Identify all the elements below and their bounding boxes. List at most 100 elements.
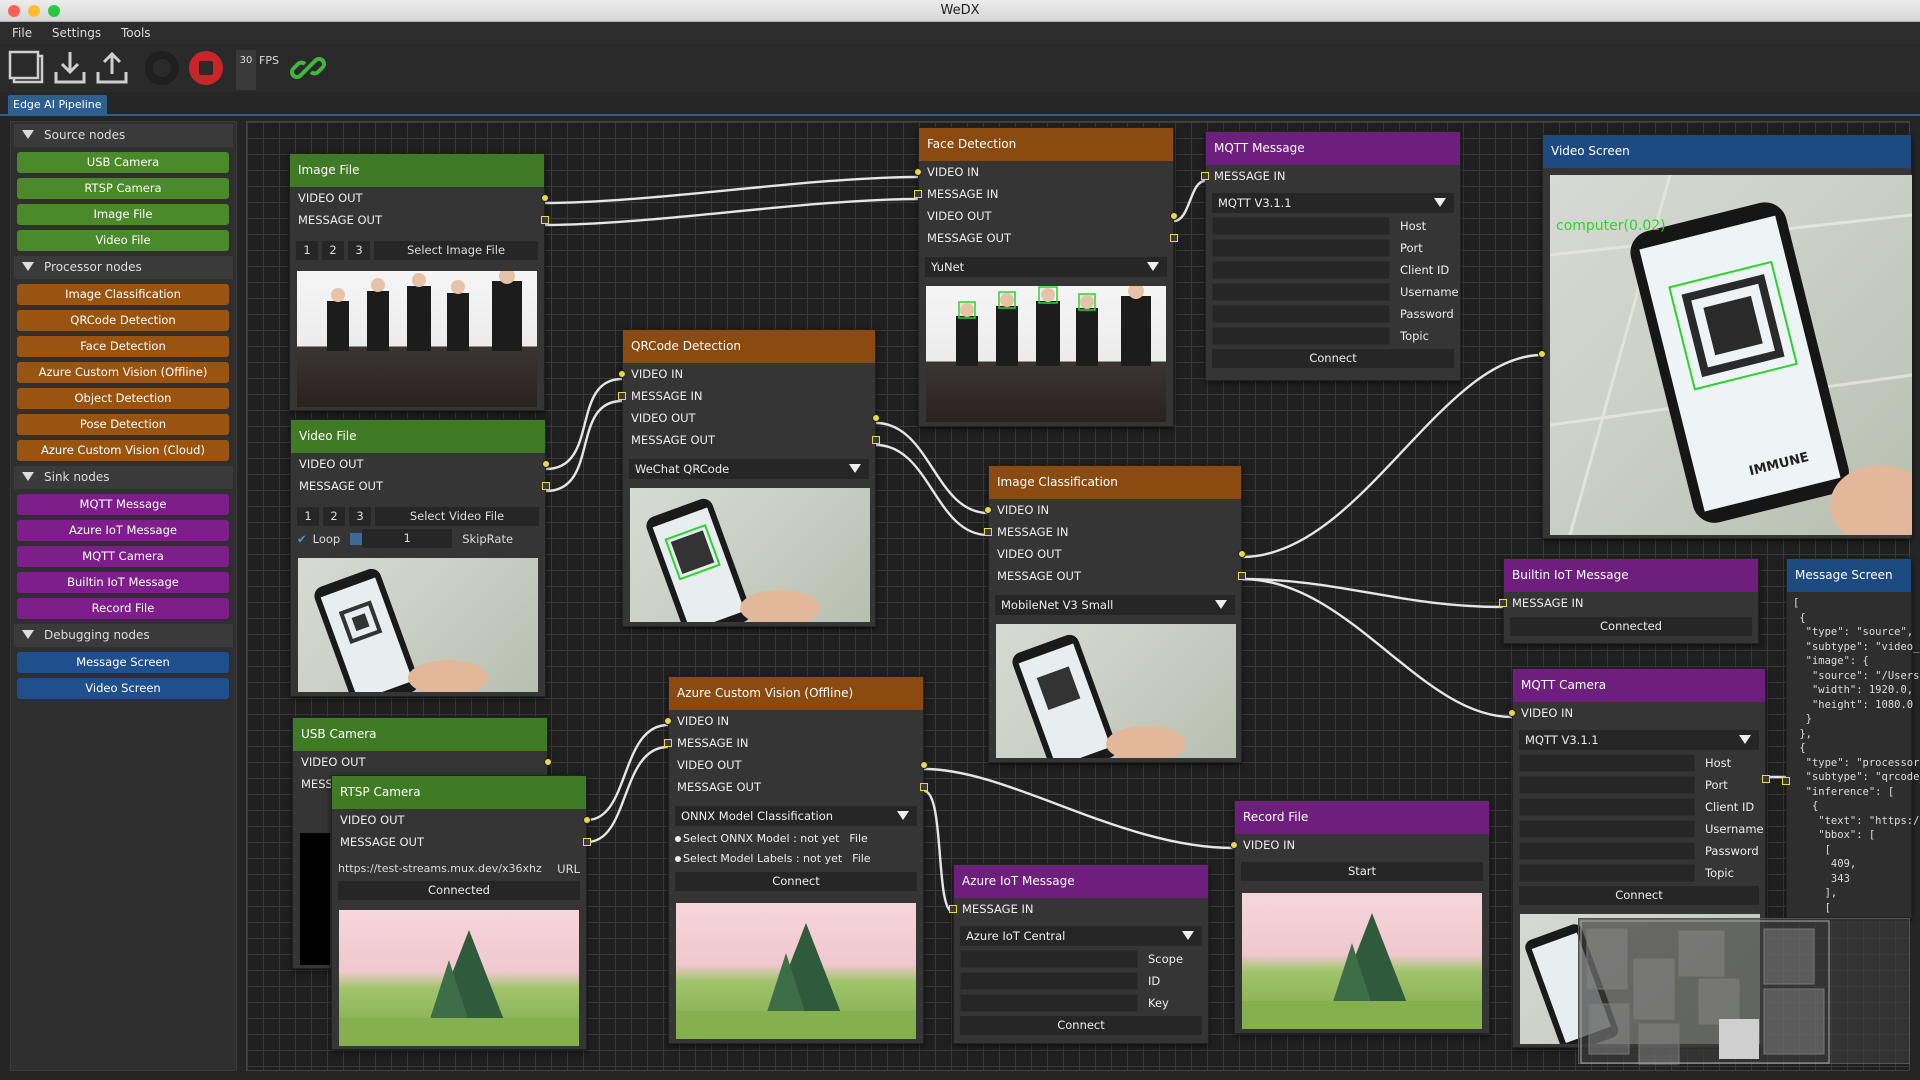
node-face-detection[interactable]: Face Detection VIDEO IN MESSAGE IN VIDEO… [914,127,1178,427]
slot-1-button[interactable]: 1 [296,241,318,260]
labels-file-button[interactable]: File [852,852,870,865]
palette-image-classification[interactable]: Image Classification [17,284,229,305]
palette-rtsp-camera[interactable]: RTSP Camera [17,178,229,199]
node-title[interactable]: Message Screen [1787,559,1911,592]
mqtt-connect-button[interactable]: Connect [1212,349,1454,368]
node-video-screen[interactable]: Video Screen IMMUNE computer(0.02) [1538,134,1912,539]
minimize-window-button[interactable] [28,5,40,17]
port-video-out[interactable]: VIDEO OUT [989,543,1246,565]
port-message-in[interactable]: MESSAGE IN [914,183,1173,205]
port-video-in[interactable]: VIDEO IN [664,710,923,732]
skiprate-slider-handle[interactable] [350,532,363,545]
record-start-button[interactable]: Start [1241,862,1483,881]
port-message-out[interactable] [1762,775,1770,783]
client-id-input[interactable] [1519,798,1695,816]
palette-azure-iot-message[interactable]: Azure IoT Message [17,520,229,541]
node-title[interactable]: Video Screen [1543,135,1911,168]
port-message-in[interactable]: MESSAGE IN [1499,592,1758,614]
slot-3-button[interactable]: 3 [349,507,371,526]
mqtt-version-dropdown[interactable]: MQTT V3.1.1 [1212,193,1454,213]
fps-value[interactable]: 30 [236,50,256,90]
azure-iot-connect-button[interactable]: Connect [960,1016,1202,1035]
classification-model-dropdown[interactable]: MobileNet V3 Small [995,595,1235,615]
scope-input[interactable] [960,950,1138,968]
skiprate-input[interactable]: 1 [362,529,453,548]
port-message-in[interactable]: MESSAGE IN [618,385,875,407]
face-model-dropdown[interactable]: YuNet [925,257,1167,277]
topic-input[interactable] [1519,864,1695,882]
node-record-file[interactable]: Record File VIDEO IN Start [1230,800,1490,1034]
node-title[interactable]: Video File [291,420,545,453]
port-message-out[interactable]: MESSAGE OUT [332,831,591,853]
node-qrcode-detection[interactable]: QRCode Detection VIDEO IN MESSAGE IN VID… [618,329,880,627]
slot-2-button[interactable]: 2 [323,507,345,526]
node-message-screen[interactable]: Message Screen [ { "type": "source", "su… [1782,558,1920,918]
topic-input[interactable] [1212,327,1390,345]
host-input[interactable] [1212,217,1390,235]
node-title[interactable]: Record File [1235,801,1489,834]
node-azure-iot-message[interactable]: Azure IoT Message MESSAGE IN Azure IoT C… [949,864,1209,1044]
azure-cv-connect-button[interactable]: Connect [675,872,917,891]
node-title[interactable]: Image Classification [989,466,1241,499]
port-video-in[interactable]: VIDEO IN [1230,834,1489,856]
palette-record-file[interactable]: Record File [17,598,229,619]
port-message-out[interactable]: MESSAGE OUT [669,776,928,798]
palette-message-screen[interactable]: Message Screen [17,652,229,673]
node-title[interactable]: Azure Custom Vision (Offline) [669,677,923,710]
azure-iot-service-dropdown[interactable]: Azure IoT Central [960,926,1202,946]
port-message-in[interactable]: MESSAGE IN [949,898,1208,920]
port-video-in[interactable]: VIDEO IN [618,363,875,385]
node-title[interactable]: QRCode Detection [623,330,875,363]
port-video-out[interactable]: VIDEO OUT [332,809,591,831]
palette-image-file[interactable]: Image File [17,204,229,225]
palette-builtin-iot-message[interactable]: Builtin IoT Message [17,572,229,593]
menu-file[interactable]: File [4,22,40,44]
link-icon[interactable] [288,48,328,88]
port-video-out[interactable]: VIDEO OUT [919,205,1178,227]
select-onnx-model-row[interactable]: Select ONNX Model : not yet File [669,829,923,849]
port-video-out[interactable]: VIDEO OUT [623,407,880,429]
builtin-iot-connected-button[interactable]: Connected [1510,617,1752,636]
port-message-out[interactable]: MESSAGE OUT [291,475,550,497]
node-title[interactable]: Azure IoT Message [954,865,1208,898]
palette-qrcode-detection[interactable]: QRCode Detection [17,310,229,331]
port-message-in[interactable]: MESSAGE IN [984,521,1241,543]
export-icon[interactable] [92,48,132,88]
username-input[interactable] [1212,283,1390,301]
port-message-out[interactable]: MESSAGE OUT [919,227,1178,249]
client-id-input[interactable] [1212,261,1390,279]
onnx-model-type-dropdown[interactable]: ONNX Model Classification [675,806,917,826]
port-input[interactable] [1212,239,1390,257]
mqtt-camera-connect-button[interactable]: Connect [1519,886,1759,905]
username-input[interactable] [1519,820,1695,838]
node-builtin-iot-message[interactable]: Builtin IoT Message MESSAGE IN Connected [1499,558,1759,644]
node-video-file[interactable]: Video File VIDEO OUT MESSAGE OUT 1 2 3 S… [290,419,550,697]
port-video-in[interactable]: VIDEO IN [1508,702,1765,724]
onnx-file-button[interactable]: File [849,832,867,845]
mqtt-camera-version-dropdown[interactable]: MQTT V3.1.1 [1519,730,1759,750]
rtsp-url-input[interactable]: https://test-streams.mux.dev/x36xhz [338,859,553,878]
port-message-out[interactable]: MESSAGE OUT [290,209,549,231]
port-message-out[interactable]: MESSAGE OUT [989,565,1246,587]
select-image-file-button[interactable]: Select Image File [374,241,538,260]
node-title[interactable]: Builtin IoT Message [1504,559,1758,592]
loop-checkbox[interactable]: ✔ [297,532,307,546]
select-video-file-button[interactable]: Select Video File [375,507,539,526]
node-title[interactable]: USB Camera [293,718,547,751]
select-model-labels-row[interactable]: Select Model Labels : not yet File [669,849,923,869]
node-image-file[interactable]: Image File VIDEO OUT MESSAGE OUT 1 2 3 S… [289,153,549,411]
node-mqtt-message[interactable]: MQTT Message MESSAGE IN MQTT V3.1.1 Host… [1201,131,1461,381]
port-input[interactable] [1519,776,1695,794]
palette-mqtt-camera[interactable]: MQTT Camera [17,546,229,567]
palette-azure-cv-offline[interactable]: Azure Custom Vision (Offline) [17,362,229,383]
section-source-nodes[interactable]: Source nodes [14,124,233,147]
port-message-in[interactable]: MESSAGE IN [1201,165,1460,187]
palette-video-screen[interactable]: Video Screen [17,678,229,699]
node-title[interactable]: RTSP Camera [332,776,586,809]
node-title[interactable]: MQTT Message [1206,132,1460,165]
palette-mqtt-message[interactable]: MQTT Message [17,494,229,515]
import-icon[interactable] [50,48,90,88]
qrcode-model-dropdown[interactable]: WeChat QRCode [629,459,869,479]
section-sink-nodes[interactable]: Sink nodes [14,466,233,489]
menu-tools[interactable]: Tools [113,22,159,44]
